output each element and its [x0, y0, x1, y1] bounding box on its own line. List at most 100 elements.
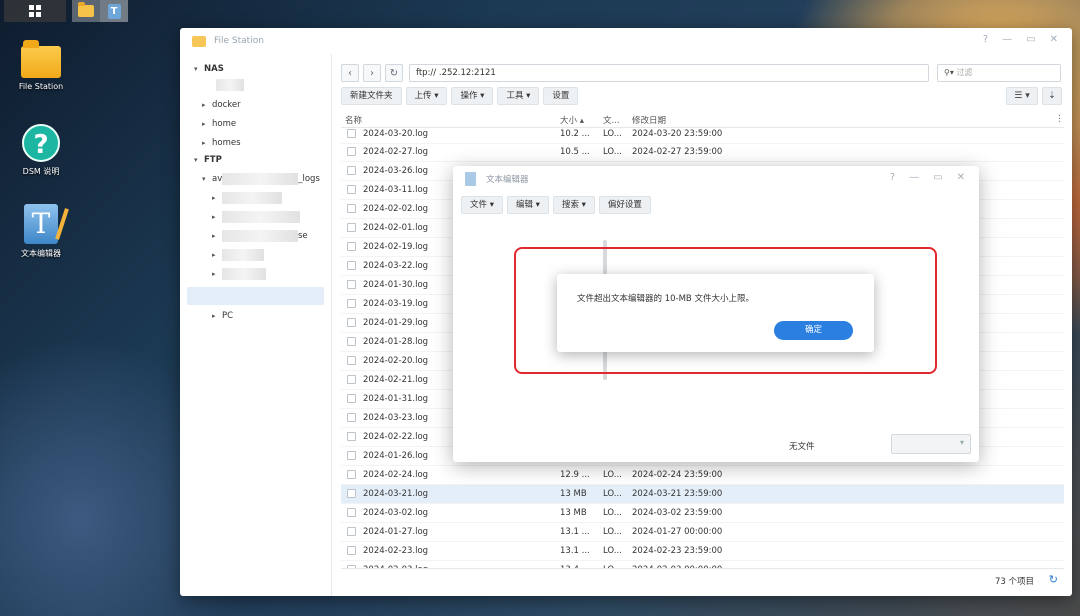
tree-label: _logs	[298, 174, 320, 184]
file-size: 10.5 ...	[560, 147, 590, 157]
row-checkbox[interactable]	[347, 546, 356, 555]
refresh-icon: ↻	[389, 67, 399, 79]
taskbar-file-station[interactable]	[72, 0, 100, 22]
row-checkbox[interactable]	[347, 337, 356, 346]
row-checkbox[interactable]	[347, 147, 356, 156]
collapsed-arrow-icon: ▸	[212, 270, 216, 278]
desktop-dsm-help[interactable]: ? DSM 说明	[6, 124, 76, 177]
tree-item-ftp[interactable]: ▾ FTP	[194, 151, 222, 169]
tree-item-docker[interactable]: ▸ docker	[202, 96, 241, 114]
tree-item-sub-5[interactable]: ▸	[212, 265, 266, 283]
folder-tree: ▾ NAS ▸ docker ▸ home ▸ homes ▾ FTP ▾ av _logs …	[180, 54, 332, 596]
file-name: 2024-01-27.log	[363, 527, 429, 537]
row-checkbox[interactable]	[347, 166, 356, 175]
column-name[interactable]: 名称	[345, 114, 362, 126]
upload-button[interactable]: 上传 ▾	[405, 87, 448, 105]
item-count: 73 个项目	[994, 577, 1034, 587]
list-view-button[interactable]: ☰ ▾	[1006, 87, 1038, 105]
window-titlebar[interactable]: File Station	[180, 28, 1072, 54]
tree-item-sub-3[interactable]: ▸ se	[212, 227, 308, 245]
table-row[interactable]: 2024-02-27.log 10.5 ... LO... 2024-02-27 23…	[341, 143, 1064, 162]
maximize-button[interactable]: ▭	[933, 172, 942, 183]
tree-item-redacted[interactable]	[216, 76, 244, 94]
row-checkbox[interactable]	[347, 375, 356, 384]
address-bar[interactable]: ftp:// .252.12:2121	[409, 64, 929, 82]
table-row[interactable]: 2024-01-27.log 13.1 ... LO... 2024-01-27 00…	[341, 523, 1064, 542]
search-menu[interactable]: 搜索 ▾	[552, 196, 595, 214]
forward-button[interactable]: ›	[363, 64, 381, 82]
minimize-button[interactable]: —	[909, 172, 919, 183]
redacted-text	[222, 229, 298, 242]
table-row[interactable]: 2024-02-23.log 13.1 ... LO... 2024-02-23 23…	[341, 542, 1064, 561]
help-button[interactable]: ?	[983, 34, 988, 45]
column-size[interactable]: 大小 ▴	[560, 114, 584, 126]
desktop-text-editor[interactable]: T 文本编辑器	[6, 204, 76, 259]
row-checkbox[interactable]	[347, 413, 356, 422]
maximize-button[interactable]: ▭	[1026, 34, 1035, 45]
row-checkbox[interactable]	[347, 489, 356, 498]
file-name: 2024-01-29.log	[363, 318, 429, 328]
expanded-arrow-icon: ▾	[194, 156, 198, 164]
help-button[interactable]: ?	[890, 172, 895, 183]
taskbar-text-editor[interactable]: T	[100, 0, 128, 22]
table-row[interactable]: 2024-03-02.log 13 MB LO... 2024-03-02 23:59…	[341, 504, 1064, 523]
table-row[interactable]: 2024-02-24.log 12.9 ... LO... 2024-02-24 23…	[341, 466, 1064, 485]
row-checkbox[interactable]	[347, 508, 356, 517]
refresh-button[interactable]: ↻	[385, 64, 403, 82]
close-button[interactable]: ✕	[957, 172, 965, 183]
row-checkbox[interactable]	[347, 242, 356, 251]
toolbar: 新建文件夹 上传 ▾ 操作 ▾ 工具 ▾ 设置	[341, 87, 579, 105]
close-button[interactable]: ✕	[1050, 34, 1058, 45]
encoding-select[interactable]	[891, 434, 971, 454]
column-menu-icon[interactable]: ⋮	[1055, 114, 1064, 124]
tree-item-homes[interactable]: ▸ homes	[202, 134, 241, 152]
edit-menu[interactable]: 编辑 ▾	[506, 196, 549, 214]
tree-item-logs[interactable]: ▾ av _logs	[202, 170, 320, 188]
preferences-button[interactable]: 偏好设置	[598, 196, 651, 214]
file-name: 2024-03-02.log	[363, 508, 429, 518]
action-button[interactable]: 操作 ▾	[451, 87, 494, 105]
column-type[interactable]: 文...	[603, 114, 620, 126]
row-checkbox[interactable]	[347, 299, 356, 308]
row-checkbox[interactable]	[347, 223, 356, 232]
desktop-file-station[interactable]: File Station	[6, 40, 76, 91]
nav-buttons: ‹ › ↻	[341, 64, 403, 82]
file-menu[interactable]: 文件 ▾	[461, 196, 503, 214]
row-checkbox[interactable]	[347, 280, 356, 289]
tree-item-sub-4[interactable]: ▸	[212, 246, 264, 264]
row-checkbox[interactable]	[347, 394, 356, 403]
row-checkbox[interactable]	[347, 261, 356, 270]
row-checkbox[interactable]	[347, 470, 356, 479]
tree-item-home[interactable]: ▸ home	[202, 115, 236, 133]
refresh-icon[interactable]: ↻	[1049, 573, 1058, 586]
filter-input[interactable]: ⚲▾ 过滤	[937, 64, 1061, 82]
table-row[interactable]: 2024-02-03.log13.4 ...LO...2024-02-03 00…	[341, 561, 1064, 568]
table-row[interactable]: 2024-03-20.log 10.2 ... LO... 2024-03-20 23…	[341, 128, 1064, 144]
ok-button[interactable]: 确定	[774, 321, 853, 340]
row-checkbox[interactable]	[347, 527, 356, 536]
tree-item-sub-2[interactable]: ▸	[212, 208, 300, 226]
row-checkbox[interactable]	[347, 318, 356, 327]
column-modified[interactable]: 修改日期	[632, 114, 666, 126]
row-checkbox[interactable]	[347, 432, 356, 441]
main-menu-button[interactable]	[4, 0, 66, 22]
file-size: 13.1 ...	[560, 527, 590, 537]
row-checkbox[interactable]	[347, 451, 356, 460]
tree-selection	[187, 287, 324, 305]
row-checkbox[interactable]	[347, 204, 356, 213]
row-checkbox[interactable]	[347, 356, 356, 365]
tree-item-pc[interactable]: ▸ PC	[212, 307, 233, 325]
list-scrollbar[interactable]	[1060, 128, 1064, 568]
back-button[interactable]: ‹	[341, 64, 359, 82]
window-controls: ? — ▭ ✕	[890, 172, 965, 183]
row-checkbox[interactable]	[347, 129, 356, 138]
row-checkbox[interactable]	[347, 185, 356, 194]
settings-button[interactable]: 设置	[543, 87, 579, 105]
minimize-button[interactable]: —	[1002, 34, 1012, 45]
sort-button[interactable]: ⇣	[1042, 87, 1062, 105]
tree-item-sub-1[interactable]: ▸	[212, 189, 282, 207]
table-row[interactable]: 2024-03-21.log 13 MB LO... 2024-03-21 23:59…	[341, 485, 1064, 504]
tools-button[interactable]: 工具 ▾	[497, 87, 540, 105]
new-folder-button[interactable]: 新建文件夹	[341, 87, 402, 105]
grid-icon	[29, 5, 41, 17]
